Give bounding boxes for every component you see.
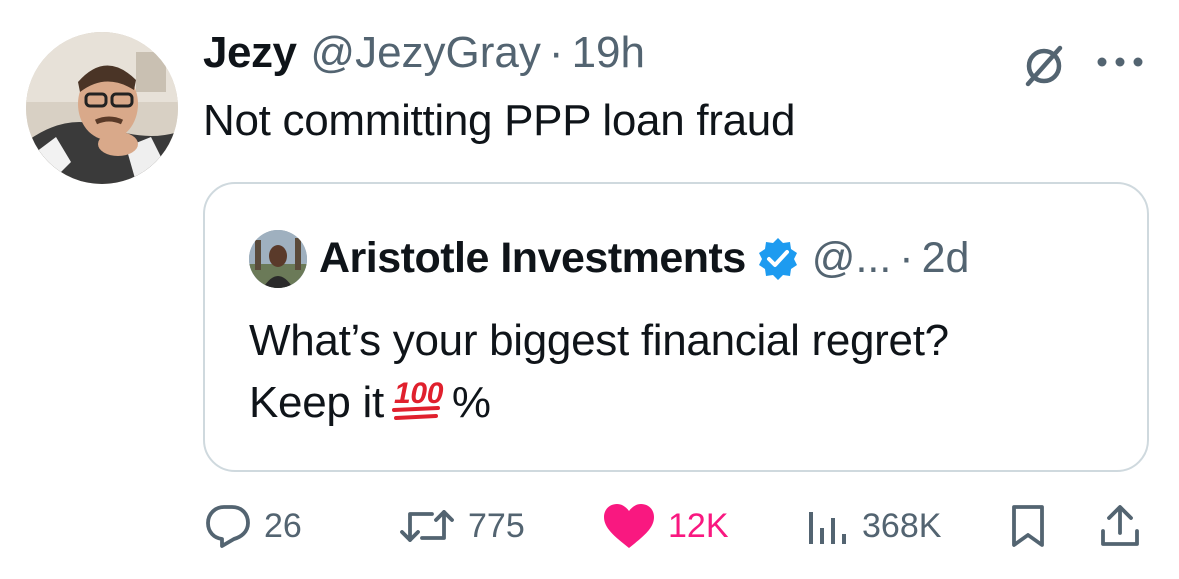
quoted-tweet[interactable]: Aristotle Investments @... · 2d What’s y… — [203, 182, 1149, 472]
quoted-separator: · — [899, 233, 914, 282]
views-button[interactable]: 368K — [806, 496, 941, 556]
bookmark-button[interactable] — [1010, 496, 1058, 556]
like-button[interactable]: 12K — [602, 496, 729, 556]
action-bar: 26 775 12K 368K — [0, 496, 1179, 556]
share-icon — [1101, 505, 1139, 546]
tweet-text: Not committing PPP loan fraud — [203, 96, 796, 145]
quoted-text-suffix: % — [451, 378, 491, 427]
quoted-author-avatar[interactable] — [249, 230, 307, 288]
reply-button[interactable]: 26 — [204, 496, 302, 556]
repost-button[interactable]: 775 — [398, 496, 525, 556]
tweet-header: Jezy @JezyGray · 19h — [203, 28, 645, 88]
quoted-text-line1: What’s your biggest financial regret? — [249, 316, 949, 365]
views-icon — [809, 512, 846, 544]
views-count: 368K — [862, 506, 942, 545]
grok-icon[interactable] — [1020, 40, 1068, 88]
quoted-text-line2: Keep it 100 % — [249, 372, 949, 434]
bookmark-icon — [1012, 505, 1044, 547]
like-count: 12K — [668, 506, 729, 545]
reply-icon — [206, 505, 250, 548]
author-handle[interactable]: @JezyGray — [310, 28, 540, 78]
quoted-author-handle[interactable]: @... — [812, 234, 892, 283]
share-button[interactable] — [1098, 496, 1154, 556]
reply-count: 26 — [264, 506, 302, 545]
quoted-text: What’s your biggest financial regret? Ke… — [249, 310, 949, 434]
like-icon — [604, 504, 654, 548]
verified-badge-icon — [756, 236, 800, 280]
quoted-time[interactable]: 2d — [922, 234, 970, 283]
svg-text:100: 100 — [394, 377, 444, 410]
repost-count: 775 — [468, 506, 525, 545]
quoted-author-name[interactable]: Aristotle Investments — [319, 234, 746, 283]
author-avatar[interactable] — [26, 32, 178, 184]
author-name[interactable]: Jezy — [203, 28, 297, 78]
more-icon[interactable] — [1094, 54, 1146, 70]
quoted-text-prefix: Keep it — [249, 378, 384, 427]
hundred-points-emoji: 100 — [391, 373, 444, 423]
quoted-header: Aristotle Investments @... · 2d — [319, 228, 969, 288]
tweet-time[interactable]: 19h — [572, 28, 645, 78]
header-separator: · — [548, 28, 564, 77]
repost-icon — [400, 510, 454, 542]
